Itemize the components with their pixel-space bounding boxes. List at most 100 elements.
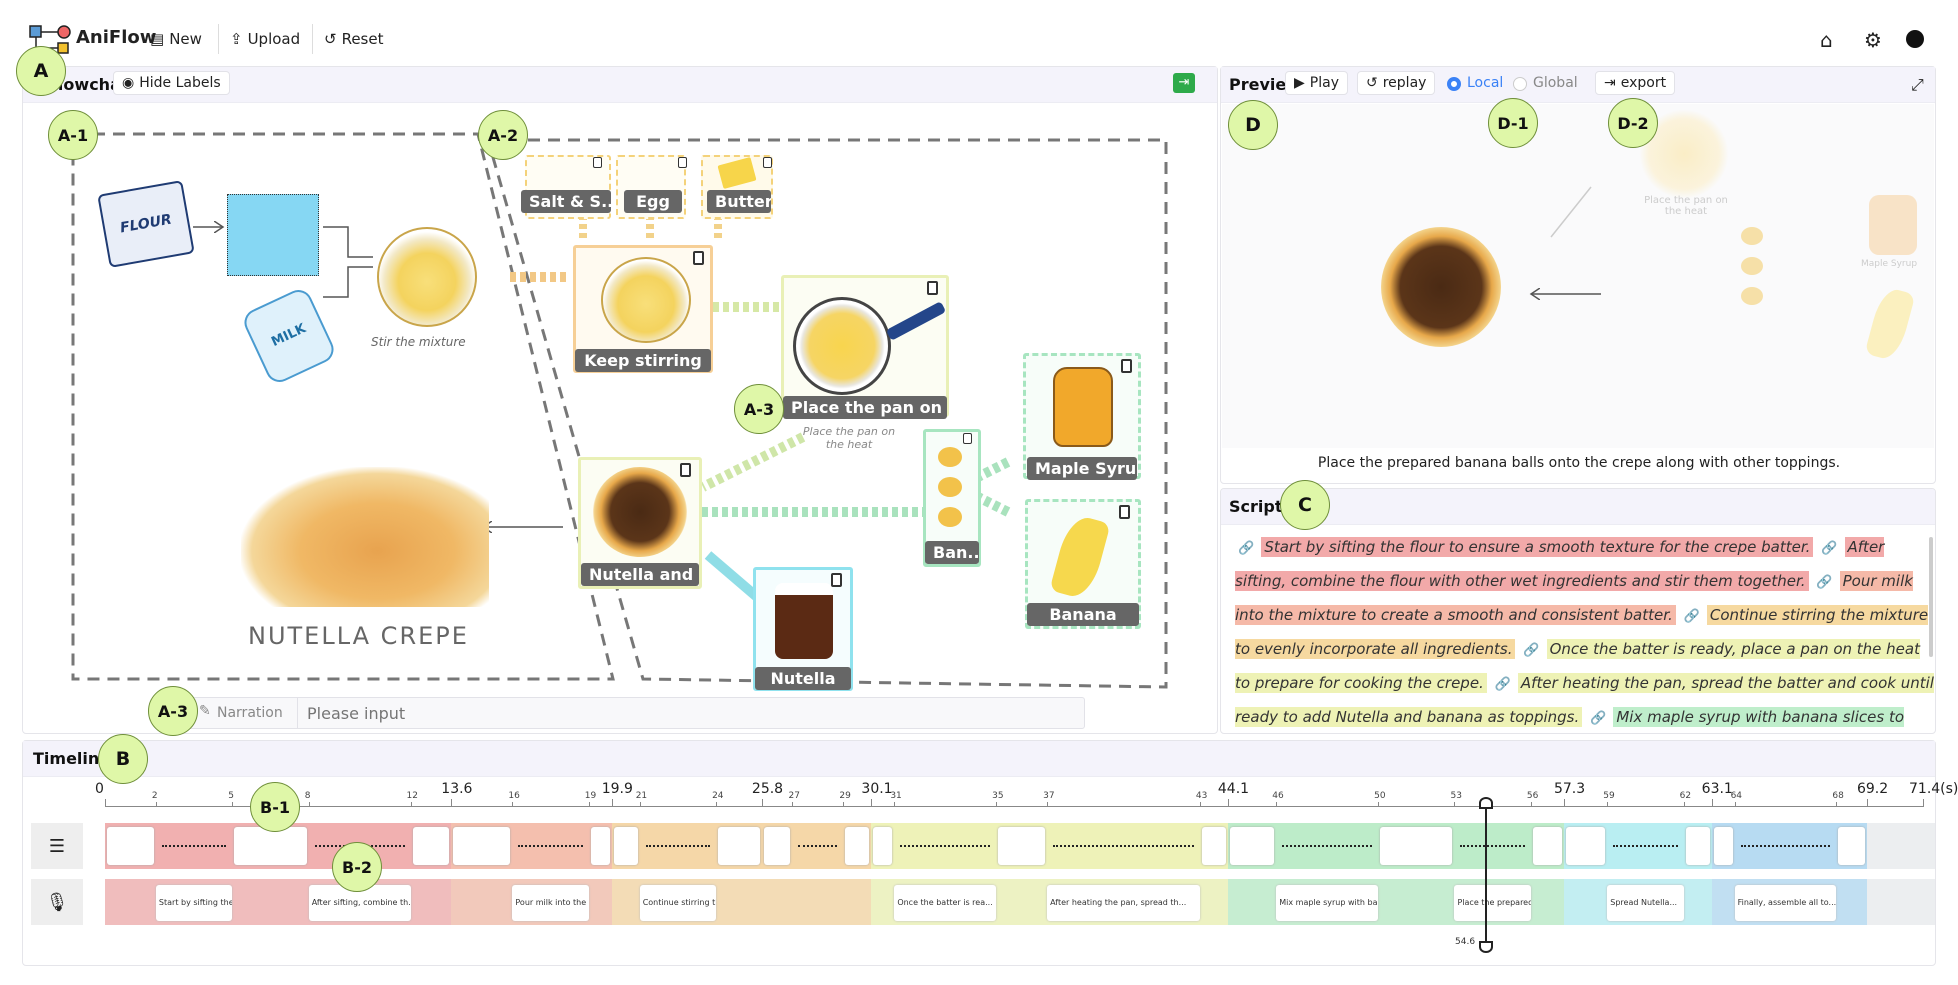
narration-input[interactable] bbox=[301, 699, 1081, 727]
ruler-tick-minor bbox=[1836, 802, 1838, 807]
ruler-ticks: 0 13.6 19.9 25.8 30.1 44.1 57.3 63.1 69.2 71.4(s)… bbox=[23, 741, 1958, 821]
keyframe-thumbnail[interactable] bbox=[613, 827, 638, 865]
script-title: Script bbox=[1229, 497, 1283, 516]
link-icon[interactable]: 🔗 bbox=[1813, 574, 1839, 591]
link-icon[interactable]: 🔗 bbox=[1818, 540, 1844, 557]
preview-ball-2 bbox=[1741, 257, 1763, 275]
keyframe-thumbnail[interactable] bbox=[998, 827, 1046, 865]
keyframe-thumbnail[interactable] bbox=[453, 827, 511, 865]
transition-arrow[interactable] bbox=[1740, 845, 1831, 847]
preview-panel: Preview ▶ Play ↺ replay Local Global ⇥ expo… bbox=[1220, 66, 1936, 484]
ruler-label-minor: 59 bbox=[1603, 791, 1615, 801]
keyframe-thumbnail[interactable] bbox=[1532, 827, 1562, 865]
doc-icon bbox=[593, 157, 602, 168]
script-panel: Script 🔗 Start by sifting the flour to e… bbox=[1220, 488, 1936, 734]
transition-arrow[interactable] bbox=[1613, 845, 1678, 847]
transition-arrow[interactable] bbox=[1460, 845, 1525, 847]
annotation-a: A bbox=[16, 46, 66, 96]
placeholder-node[interactable] bbox=[227, 194, 319, 276]
annotation-a3: A-3 bbox=[734, 384, 784, 434]
playhead[interactable] bbox=[1485, 799, 1487, 947]
ruler-tick-minor bbox=[308, 802, 310, 807]
ruler-tick-minor bbox=[232, 802, 234, 807]
ruler-tick-major bbox=[1923, 799, 1924, 807]
narration-card[interactable]: Finally, assemble all to... bbox=[1734, 885, 1837, 921]
transition-arrow[interactable] bbox=[798, 845, 838, 847]
playhead-handle-bottom[interactable] bbox=[1479, 941, 1493, 953]
script-segment[interactable]: Start by sifting the flour to ensure a s… bbox=[1261, 537, 1814, 557]
transition-arrow[interactable] bbox=[900, 845, 991, 847]
ruler-label-minor: 43 bbox=[1195, 791, 1208, 801]
link-icon[interactable]: 🔗 bbox=[1587, 710, 1613, 727]
ruler-label-major: 0 bbox=[95, 781, 104, 797]
keyframe-thumbnail[interactable] bbox=[1201, 827, 1226, 865]
link-icon[interactable]: 🔗 bbox=[1681, 608, 1707, 625]
ruler-label-minor: 62 bbox=[1679, 791, 1692, 801]
transition-arrow[interactable] bbox=[645, 845, 711, 847]
ruler-label-major: 57.3 bbox=[1553, 781, 1586, 797]
keyframe-thumbnail[interactable] bbox=[718, 827, 760, 865]
playhead-handle[interactable] bbox=[1479, 797, 1493, 809]
keyframe-thumbnail[interactable] bbox=[590, 827, 610, 865]
narration-card[interactable]: Start by sifting the fl... bbox=[155, 885, 233, 921]
track-list-icon[interactable]: ☰ bbox=[31, 823, 83, 869]
home-icon[interactable]: ⌂ bbox=[1820, 28, 1833, 52]
banana-ball-3 bbox=[938, 507, 962, 527]
keyframe-thumbnail[interactable] bbox=[1380, 827, 1453, 865]
node-place-pan-label: Place the pan on t... bbox=[783, 396, 947, 419]
ruler-label-minor: 27 bbox=[788, 791, 800, 801]
reset-button[interactable]: ↺ Reset bbox=[324, 26, 383, 52]
link-icon[interactable]: 🔗 bbox=[1520, 642, 1546, 659]
script-scrollbar[interactable] bbox=[1929, 537, 1933, 657]
narration-card[interactable]: Continue stirring th... bbox=[639, 885, 717, 921]
narration-card[interactable]: Once the batter is rea... bbox=[894, 885, 997, 921]
ruler-label-major: 69.2 bbox=[1856, 781, 1889, 797]
faded-syrup bbox=[1869, 195, 1917, 255]
keyframe-thumbnail[interactable] bbox=[873, 827, 893, 865]
annotation-b: B bbox=[98, 734, 148, 784]
ruler-label-minor: 21 bbox=[635, 791, 648, 801]
keyframe-thumbnail[interactable] bbox=[107, 827, 154, 865]
keyframe-thumbnail[interactable] bbox=[845, 827, 870, 865]
transition-arrow[interactable] bbox=[1282, 845, 1373, 847]
node-keep-stirring-label: Keep stirring bbox=[575, 349, 711, 372]
annotation-d2: D-2 bbox=[1608, 98, 1658, 148]
doc-icon bbox=[927, 281, 938, 295]
keyframe-thumbnail[interactable] bbox=[1838, 827, 1865, 865]
gear-icon[interactable]: ⚙ bbox=[1864, 28, 1882, 52]
node-butter-label: Butter bbox=[707, 190, 771, 213]
ruler-tick-minor bbox=[716, 802, 718, 807]
faded-syrup-caption: Maple Syrup bbox=[1861, 259, 1918, 269]
track-mic-icon[interactable]: 🎙 bbox=[31, 879, 83, 925]
annotation-a2: A-2 bbox=[478, 110, 528, 160]
ruler-label-minor: 5 bbox=[228, 791, 235, 801]
new-button[interactable]: ▤ New bbox=[150, 26, 202, 52]
ruler-tick-major bbox=[871, 799, 873, 807]
transition-arrow[interactable] bbox=[161, 845, 227, 847]
narration-card[interactable]: Pour milk into the ... bbox=[512, 885, 589, 921]
keyframe-thumbnail[interactable] bbox=[1713, 827, 1733, 865]
github-icon[interactable] bbox=[1906, 30, 1924, 48]
ruler-tick-minor bbox=[843, 802, 845, 807]
keyframe-thumbnail[interactable] bbox=[1685, 827, 1710, 865]
keyframe-thumbnail[interactable] bbox=[1229, 827, 1275, 865]
link-icon[interactable]: 🔗 bbox=[1492, 676, 1518, 693]
keyframe-thumbnail[interactable] bbox=[763, 827, 791, 865]
transition-arrow[interactable] bbox=[1053, 845, 1194, 847]
timeline-panel: Timeline 0 13.6 19.9 25.8 30.1 44.1 57.3 63.1 69… bbox=[22, 740, 1958, 966]
keyframe-thumbnail[interactable] bbox=[234, 827, 307, 865]
upload-button[interactable]: ⇪ Upload bbox=[230, 26, 300, 52]
playhead-time: 54.6 bbox=[1455, 937, 1476, 947]
ruler-tick-minor bbox=[639, 802, 641, 807]
narration-card[interactable]: Mix maple syrup with ba... bbox=[1276, 885, 1379, 921]
keyframe-thumbnail[interactable] bbox=[1565, 827, 1606, 865]
narration-card[interactable]: After heating the pan, spread th... bbox=[1047, 885, 1200, 921]
doc-icon bbox=[680, 463, 691, 477]
narration-card[interactable]: Spread Nutella... bbox=[1607, 885, 1684, 921]
keyframe-thumbnail[interactable] bbox=[412, 827, 450, 865]
script-text[interactable]: 🔗 Start by sifting the flour to ensure a… bbox=[1235, 531, 1935, 733]
narration-card[interactable]: Place the prepared... bbox=[1454, 885, 1531, 921]
transition-arrow[interactable] bbox=[518, 845, 583, 847]
flowchart-panel: Flowchart ◉ Hide Labels ⇥ FLOUR MILK Stir… bbox=[22, 66, 1218, 734]
link-icon[interactable]: 🔗 bbox=[1235, 540, 1261, 557]
